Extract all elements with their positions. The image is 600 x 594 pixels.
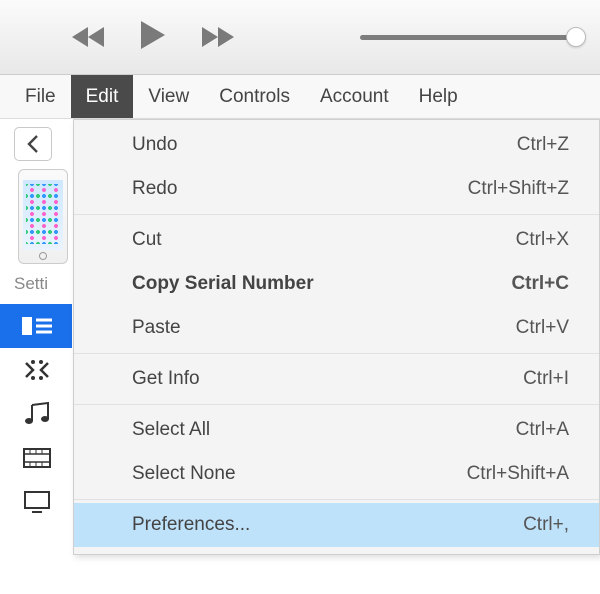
- menuitem-select-none[interactable]: Select None Ctrl+Shift+A: [74, 452, 599, 496]
- chevron-left-icon: [27, 135, 39, 153]
- volume-slider[interactable]: [360, 35, 580, 40]
- rewind-button[interactable]: [70, 26, 106, 48]
- menuitem-label: Undo: [132, 134, 177, 156]
- menuitem-copy-serial-number[interactable]: Copy Serial Number Ctrl+C: [74, 262, 599, 306]
- menu-edit[interactable]: Edit: [71, 75, 134, 118]
- player-toolbar: [0, 0, 600, 75]
- left-column: Setti: [0, 169, 72, 524]
- apps-icon: [22, 357, 52, 383]
- menuitem-label: Copy Serial Number: [132, 273, 314, 295]
- sidebar-video[interactable]: [0, 436, 72, 480]
- menuitem-shortcut: Ctrl+Z: [517, 134, 569, 156]
- menuitem-get-info[interactable]: Get Info Ctrl+I: [74, 357, 599, 401]
- video-icon: [22, 447, 52, 469]
- menuitem-shortcut: Ctrl+Shift+A: [467, 463, 569, 485]
- menu-file[interactable]: File: [10, 75, 71, 118]
- menuitem-paste[interactable]: Paste Ctrl+V: [74, 306, 599, 350]
- menuitem-label: Redo: [132, 178, 177, 200]
- volume-thumb[interactable]: [566, 27, 586, 47]
- menuitem-label: Get Info: [132, 368, 200, 390]
- play-button[interactable]: [141, 21, 165, 54]
- menuitem-shortcut: Ctrl+V: [516, 317, 569, 339]
- menubar: FileEditViewControlsAccountHelp: [0, 75, 600, 119]
- menuitem-cut[interactable]: Cut Ctrl+X: [74, 218, 599, 262]
- menu-controls[interactable]: Controls: [204, 75, 305, 118]
- device-thumbnail[interactable]: [18, 169, 68, 264]
- menuitem-undo[interactable]: Undo Ctrl+Z: [74, 123, 599, 167]
- settings-heading: Setti: [14, 274, 72, 294]
- list-icon: [22, 315, 52, 337]
- menuitem-select-all[interactable]: Select All Ctrl+A: [74, 408, 599, 452]
- edit-menu-dropdown: Undo Ctrl+Z Redo Ctrl+Shift+Z Cut Ctrl+X Copy …: [73, 119, 600, 555]
- menuitem-shortcut: Ctrl+I: [523, 368, 569, 390]
- menuitem-shortcut: Ctrl+A: [516, 419, 569, 441]
- menu-view[interactable]: View: [133, 75, 204, 118]
- fast-forward-button[interactable]: [200, 26, 236, 48]
- sidebar-music[interactable]: [0, 392, 72, 436]
- menuitem-shortcut: Ctrl+X: [516, 229, 569, 251]
- sidebar-tv[interactable]: [0, 480, 72, 524]
- menuitem-label: Select All: [132, 419, 210, 441]
- back-button[interactable]: [14, 127, 52, 161]
- sidebar-apps[interactable]: [0, 348, 72, 392]
- menuitem-label: Paste: [132, 317, 181, 339]
- menu-account[interactable]: Account: [305, 75, 404, 118]
- menuitem-label: Cut: [132, 229, 162, 251]
- menuitem-label: Preferences...: [132, 514, 250, 536]
- menu-help[interactable]: Help: [404, 75, 473, 118]
- menuitem-label: Select None: [132, 463, 236, 485]
- transport-controls: [70, 21, 236, 54]
- sidebar-list[interactable]: [0, 304, 72, 348]
- menuitem-preferences[interactable]: Preferences... Ctrl+,: [74, 503, 599, 547]
- tv-icon: [22, 490, 52, 514]
- menuitem-redo[interactable]: Redo Ctrl+Shift+Z: [74, 167, 599, 211]
- menuitem-shortcut: Ctrl+,: [523, 514, 569, 536]
- menuitem-shortcut: Ctrl+Shift+Z: [468, 178, 569, 200]
- music-icon: [22, 401, 52, 427]
- menuitem-shortcut: Ctrl+C: [511, 273, 569, 295]
